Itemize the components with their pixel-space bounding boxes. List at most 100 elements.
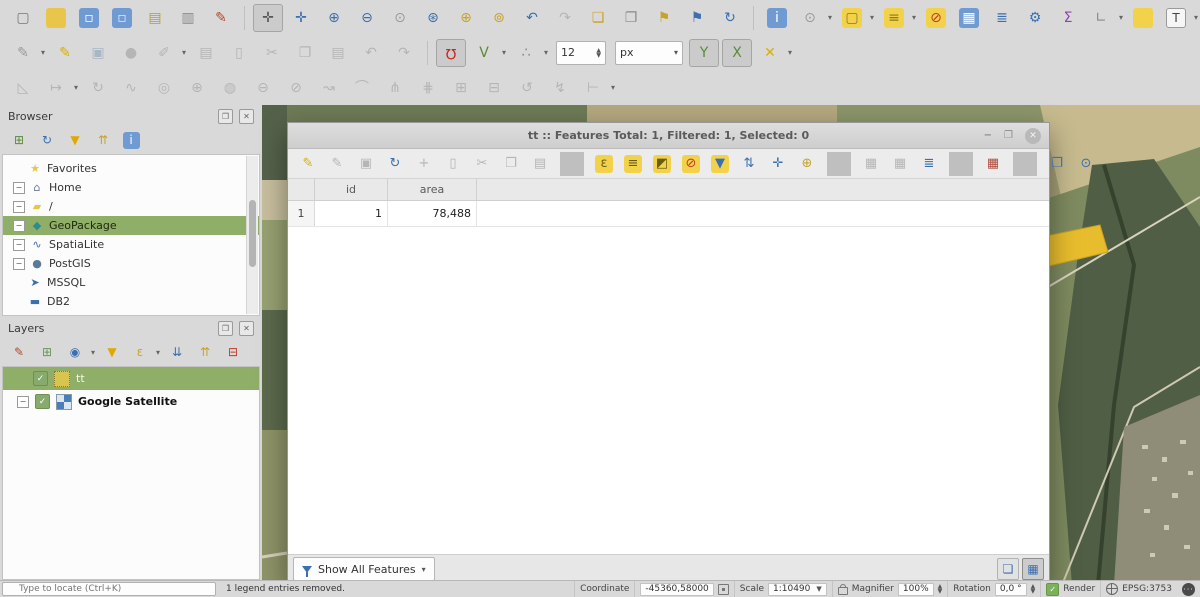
stepper-arrows-icon[interactable]: ▲▼ — [596, 48, 601, 58]
topological-editing-button[interactable]: ✕ — [755, 39, 794, 67]
browser-item-spatialite[interactable]: ∿ SpatiaLite — [3, 235, 259, 254]
deselect-all-button[interactable]: ⊘ — [677, 151, 705, 177]
close-icon[interactable]: ✕ — [1025, 128, 1041, 144]
feature-filter-button[interactable]: Show All Features — [293, 557, 435, 581]
filter-browser-button[interactable]: ▼ — [62, 128, 88, 152]
zoom-to-selection-button[interactable]: ⊕ — [451, 4, 481, 32]
processing-toolbox-button[interactable]: ⚙ — [1020, 4, 1050, 32]
cut-features-button[interactable]: ✂ — [257, 39, 287, 67]
undo-button[interactable]: ↶ — [356, 39, 386, 67]
redo-button[interactable]: ↷ — [389, 39, 419, 67]
add-ring-button[interactable]: ◎ — [149, 74, 179, 102]
pan-map-button[interactable]: ✛ — [253, 4, 283, 32]
add-part-button[interactable]: ⊕ — [182, 74, 212, 102]
new-project-button[interactable]: ▢ — [8, 4, 38, 32]
form-view-button[interactable]: ❏ — [997, 558, 1019, 580]
new-print-layout-button[interactable]: ▤ — [140, 4, 170, 32]
browser-item-db2[interactable]: ▬ DB2 — [3, 292, 259, 311]
float-panel-icon[interactable]: ❐ — [218, 109, 233, 124]
rotate-point-symbols-button[interactable]: ↺ — [512, 74, 542, 102]
move-selection-to-top-button[interactable]: ⇅ — [735, 151, 763, 177]
magnifier-stepper[interactable]: 100% — [898, 583, 934, 596]
table-view-button[interactable]: ▦ — [1022, 558, 1044, 580]
field-calculator-button[interactable]: ≣ — [987, 4, 1017, 32]
cell-area[interactable]: 78,488 — [388, 201, 477, 226]
stepper-arrows-icon[interactable]: ▲▼ — [1031, 584, 1036, 594]
minimize-icon[interactable]: − — [984, 130, 992, 141]
invert-selection-button[interactable]: ◩ — [648, 151, 676, 177]
stepper-arrows-icon[interactable]: ▲▼ — [938, 584, 943, 594]
offset-point-symbols-button[interactable]: ↯ — [545, 74, 575, 102]
expander-icon[interactable] — [13, 182, 25, 194]
snapping-mode-button[interactable]: V — [469, 39, 508, 67]
coordinate-input[interactable]: -45360,58000 — [640, 583, 713, 596]
messages-button[interactable] — [1182, 583, 1195, 596]
expander-icon[interactable] — [17, 374, 27, 384]
expander-icon[interactable] — [13, 258, 25, 270]
cell-id[interactable]: 1 — [315, 201, 388, 226]
browser-item-home[interactable]: ⌂ Home — [3, 178, 259, 197]
add-selected-layers-button[interactable]: ⊞ — [6, 128, 32, 152]
locator-input[interactable] — [2, 582, 216, 596]
delete-ring-button[interactable]: ⊖ — [248, 74, 278, 102]
split-features-button[interactable]: ⋔ — [380, 74, 410, 102]
layer-properties-button[interactable]: i — [118, 128, 144, 152]
paste-features-button[interactable]: ▤ — [323, 39, 353, 67]
row-number-cell[interactable]: 1 — [288, 201, 315, 226]
browser-item-favorites[interactable]: ★ Favorites — [3, 159, 259, 178]
add-group-button[interactable]: ⊞ — [34, 340, 60, 364]
enable-snapping-button[interactable]: Ω — [436, 39, 466, 67]
split-parts-button[interactable]: ⋕ — [413, 74, 443, 102]
remove-layer-button[interactable]: ⊟ — [220, 340, 246, 364]
save-project-as-button[interactable]: ▫ — [107, 4, 137, 32]
crs-value[interactable]: EPSG:3753 — [1122, 584, 1172, 594]
expander-icon[interactable] — [13, 220, 25, 232]
open-field-calculator-button[interactable]: ≣ — [915, 151, 943, 177]
column-header-area[interactable]: area — [388, 179, 477, 200]
expander-icon[interactable] — [13, 239, 25, 251]
refresh-map-button[interactable]: ↻ — [715, 4, 745, 32]
expand-all-button[interactable]: ⇊ — [164, 340, 190, 364]
select-features-by-value-button[interactable]: ≡ — [879, 4, 918, 32]
identify-features-button[interactable]: i — [762, 4, 792, 32]
dialog-titlebar[interactable]: tt :: Features Total: 1, Filtered: 1, Se… — [288, 123, 1049, 149]
lock-scale-icon[interactable] — [838, 587, 848, 595]
run-feature-action-button[interactable]: ⊙ — [795, 4, 834, 32]
statistical-summary-button[interactable]: Σ — [1053, 4, 1083, 32]
new-field-button[interactable]: ▦ — [857, 151, 885, 177]
copy-button[interactable]: ❐ — [497, 151, 525, 177]
layer-visibility-checkbox[interactable] — [35, 394, 50, 409]
browser-item-mssql[interactable]: ➤ MSSQL — [3, 273, 259, 292]
move-feature-button[interactable]: ↦ — [41, 74, 80, 102]
trim-extend-button[interactable]: ⊢ — [578, 74, 617, 102]
delete-selected-button[interactable]: ▯ — [224, 39, 254, 67]
zoom-native-button[interactable]: ⊙ — [385, 4, 415, 32]
delete-field-button[interactable]: ▦ — [886, 151, 914, 177]
save-edits-button[interactable]: ▣ — [352, 151, 380, 177]
deselect-all-button[interactable]: ⊘ — [921, 4, 951, 32]
manage-map-themes-button[interactable]: ◉ — [62, 340, 97, 364]
text-annotation-button[interactable]: T — [1161, 4, 1200, 32]
snapping-type-button[interactable]: ∴ — [511, 39, 550, 67]
simplify-feature-button[interactable]: ∿ — [116, 74, 146, 102]
style-manager-button[interactable]: ✎ — [206, 4, 236, 32]
filter-legend-button[interactable]: ▼ — [99, 340, 125, 364]
column-header-id[interactable]: id — [315, 179, 388, 200]
zoom-full-button[interactable]: ⊛ — [418, 4, 448, 32]
rotation-stepper[interactable]: 0,0 ° — [995, 583, 1027, 596]
delete-part-button[interactable]: ⊘ — [281, 74, 311, 102]
browser-item-postgis[interactable]: ● PostGIS — [3, 254, 259, 273]
snap-unit-select[interactable]: px ▾ — [615, 41, 683, 65]
zoom-in-button[interactable]: ⊕ — [319, 4, 349, 32]
zoom-out-button[interactable]: ⊖ — [352, 4, 382, 32]
browser-item-root[interactable]: ▰ / — [3, 197, 259, 216]
zoom-last-button[interactable]: ↶ — [517, 4, 547, 32]
layer-item-tt[interactable]: tt — [3, 367, 259, 390]
zoom-to-layer-button[interactable]: ⊚ — [484, 4, 514, 32]
new-3d-map-view-button[interactable]: ❐ — [616, 4, 646, 32]
browser-item-geopackage[interactable]: ◆ GeoPackage — [3, 216, 259, 235]
table-corner-cell[interactable] — [288, 179, 315, 200]
merge-attributes-button[interactable]: ⊟ — [479, 74, 509, 102]
new-spatial-bookmark-button[interactable]: ⚑ — [649, 4, 679, 32]
expander-icon[interactable] — [13, 201, 25, 213]
